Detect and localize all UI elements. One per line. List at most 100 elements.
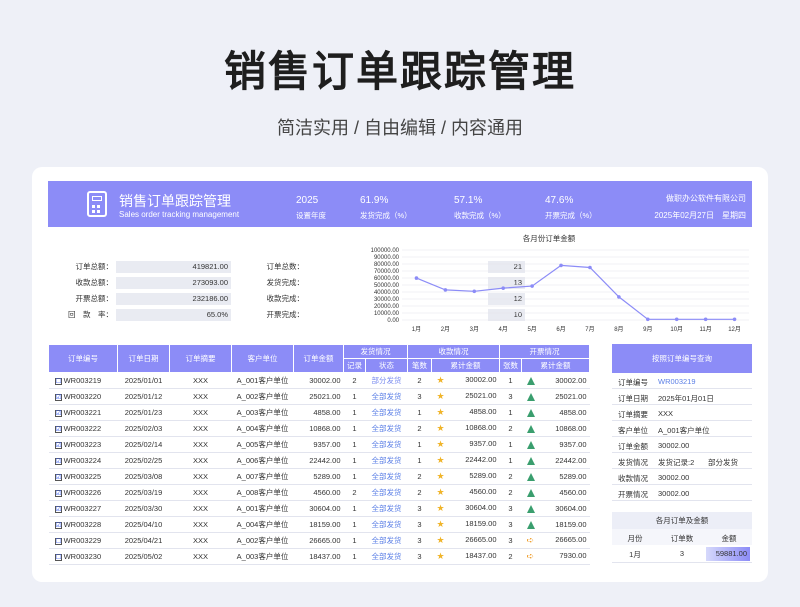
monthly-month[interactable]: 1月 (612, 549, 658, 560)
inv-total: 22442.00 (555, 455, 587, 465)
calculator-icon (87, 191, 107, 217)
table-row[interactable]: ☑ WR003221 2025/01/23 XXX A_003客户单位 4858.00 1… (48, 404, 590, 421)
row-checkbox[interactable]: ☐ (54, 377, 62, 385)
x-tick-label: 6月 (556, 326, 565, 333)
order-summary: XXX (169, 420, 232, 437)
col-amount: 订单金额 (293, 344, 344, 373)
summary-label: 收款完成： (266, 294, 305, 303)
page-title: 销售订单跟踪管理 (223, 48, 576, 95)
summary-value[interactable]: 65.0% (116, 309, 231, 321)
order-summary: XXX (169, 532, 232, 549)
summary-label: 订单总数： (266, 262, 305, 271)
ship-record: 2 (343, 484, 366, 501)
stat-label: 收款完成（%） (454, 211, 506, 220)
order-no: WR003230 (63, 552, 102, 561)
order-date: 2025/05/02 (117, 548, 170, 565)
ship-record: 1 (343, 404, 366, 421)
stat-label: 设置年度 (296, 211, 326, 220)
order-amount: 30002.00 (293, 372, 344, 389)
data-point (530, 284, 534, 288)
row-checkbox[interactable]: ☑ (54, 505, 62, 513)
tree-icon (526, 393, 535, 401)
ship-status: 全部发货 (365, 516, 408, 533)
inv-count: 1 (499, 436, 522, 453)
table-row[interactable]: ☑ WR003226 2025/03/19 XXX A_008客户单位 4560.00 2… (48, 484, 590, 501)
row-checkbox[interactable]: ☐ (54, 553, 62, 561)
table-row[interactable]: ☑ WR003222 2025/02/03 XXX A_004客户单位 10868.00… (48, 420, 590, 437)
pay-count: 2 (407, 372, 432, 389)
ship-record: 1 (343, 452, 366, 469)
order-summary: XXX (169, 500, 232, 517)
pay-total: 25021.00 (465, 391, 497, 400)
y-tick-label: 100000.00 (371, 248, 400, 254)
table-row[interactable]: ☑ WR003223 2025/02/14 XXX A_005客户单位 9357.00 1… (48, 436, 590, 453)
row-checkbox[interactable]: ☑ (54, 441, 62, 449)
table-row[interactable]: ☑ WR003225 2025/03/08 XXX A_007客户单位 5289.00 1… (48, 468, 590, 485)
table-row[interactable]: ☐ WR003229 2025/04/21 XXX A_002客户单位 26665.00… (48, 532, 590, 549)
table-row[interactable]: ☑ WR003227 2025/03/30 XXX A_001客户单位 30604.00… (48, 500, 590, 517)
summary-value[interactable]: 273093.00 (116, 277, 231, 289)
table-row[interactable]: ☑ WR003220 2025/01/12 XXX A_002客户单位 25021.00… (48, 388, 590, 405)
col-ship-status: 状态 (365, 358, 408, 373)
company-name: 做职办公软件有限公司 (666, 194, 746, 203)
pay-count: 1 (407, 452, 432, 469)
order-no: WR003228 (63, 520, 102, 529)
inv-total: 5289.00 (559, 471, 587, 481)
inv-count: 2 (499, 548, 522, 565)
row-checkbox[interactable]: ☑ (54, 409, 62, 417)
query-label: 收款情况 (618, 474, 648, 483)
arrow-right-icon: ➪ (526, 535, 535, 545)
summary-row: 回 款 率： 65.0% (48, 309, 231, 321)
inv-count: 3 (499, 516, 522, 533)
table-row[interactable]: ☐ WR003219 2025/01/01 XXX A_001客户单位 30002.00… (48, 372, 590, 389)
ship-status: 全部发货 (365, 436, 408, 453)
summary-row: 订单总额： 419821.00 (48, 261, 231, 273)
star-icon: ★ (436, 455, 445, 465)
row-checkbox[interactable]: ☑ (54, 489, 62, 497)
star-icon: ★ (436, 551, 445, 561)
inv-count: 2 (499, 484, 522, 501)
ship-record: 1 (343, 548, 366, 565)
row-checkbox[interactable]: ☑ (54, 425, 62, 433)
star-icon: ★ (436, 375, 445, 385)
ship-status: 全部发货 (365, 484, 408, 501)
monthly-columns: 月份 订单数 金额 (612, 529, 752, 545)
monthly-amount-bar: 59881.00 (706, 547, 750, 561)
query-label: 订单金额 (618, 442, 648, 451)
ship-status: 全部发货 (365, 404, 408, 421)
ship-status: 全部发货 (365, 548, 408, 565)
data-point (617, 295, 621, 299)
query-value[interactable]: WR003219 (658, 377, 696, 386)
table-row[interactable]: ☑ WR003228 2025/04/10 XXX A_004客户单位 18159.00… (48, 516, 590, 533)
summary-value[interactable]: 419821.00 (116, 261, 231, 273)
table-row[interactable]: ☐ WR003230 2025/05/02 XXX A_003客户单位 18437.00… (48, 548, 590, 565)
order-no: WR003220 (63, 392, 102, 401)
row-checkbox[interactable]: ☑ (54, 457, 62, 465)
table-row[interactable]: ☑ WR003224 2025/02/25 XXX A_006客户单位 22442.00… (48, 452, 590, 469)
summary-label: 开票总额： (75, 294, 114, 303)
row-checkbox[interactable]: ☑ (54, 393, 62, 401)
row-checkbox[interactable]: ☑ (54, 521, 62, 529)
query-label: 开票情况 (618, 490, 648, 499)
query-label: 订单摘要 (618, 410, 648, 419)
query-row: 发货情况 发货记录:2 部分发货 (612, 453, 752, 469)
spreadsheet: 销售订单跟踪管理 Sales order tracking management… (48, 181, 752, 567)
inv-total: 25021.00 (555, 391, 587, 401)
row-checkbox[interactable]: ☑ (54, 473, 62, 481)
order-date: 2025/04/10 (117, 516, 170, 533)
pay-total: 30604.00 (465, 503, 497, 512)
ship-record: 2 (343, 372, 366, 389)
customer: A_001客户单位 (231, 372, 294, 389)
inv-count: 2 (499, 420, 522, 437)
star-icon: ★ (436, 503, 445, 513)
y-tick-label: 10000.00 (374, 311, 400, 317)
y-tick-label: 90000.00 (374, 255, 400, 261)
row-checkbox[interactable]: ☐ (54, 537, 62, 545)
query-label: 发货情况 (618, 458, 648, 467)
order-amount: 25021.00 (293, 388, 344, 405)
summary-value[interactable]: 232186.00 (116, 293, 231, 305)
customer: A_004客户单位 (231, 516, 294, 533)
monthly-col-count: 订单数 (670, 534, 694, 543)
query-row: 订单金额 30002.00 (612, 437, 752, 453)
query-row: 订单摘要 XXX (612, 405, 752, 421)
